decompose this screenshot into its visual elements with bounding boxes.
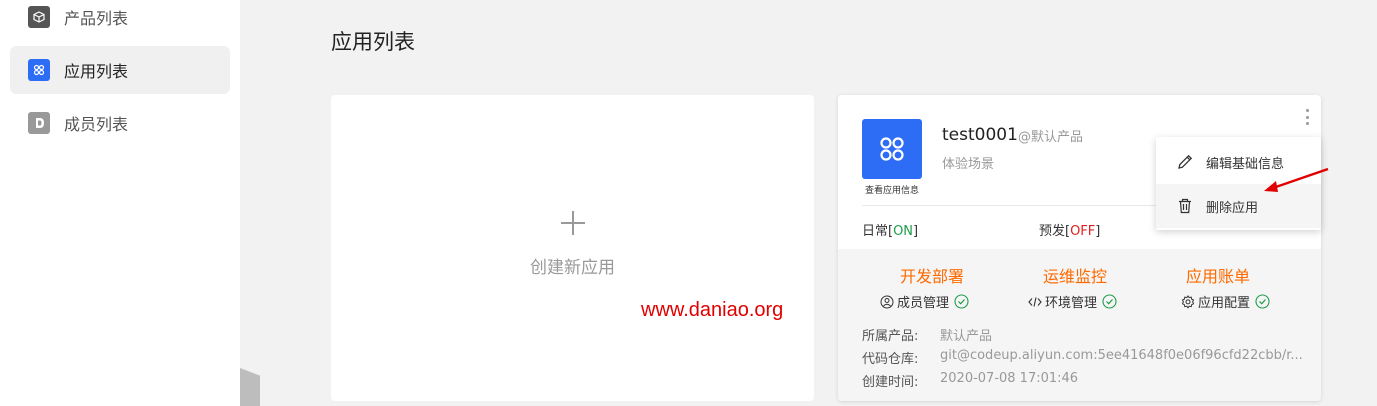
member-management-link[interactable]: 成员管理 xyxy=(880,292,969,311)
annotation-arrow xyxy=(1264,167,1329,192)
info-repo-row: 代码仓库: git@codeup.aliyun.com:5ee41648f0e0… xyxy=(862,348,1303,367)
app-card-actions: 开发部署 运维监控 应用账单 成员管理 环境管理 应用配置 所属产品: 默认产品… xyxy=(838,249,1321,401)
check-circle-icon xyxy=(1255,294,1270,309)
env-daily: 日常[ON] xyxy=(862,224,919,239)
check-circle-icon xyxy=(1102,294,1117,309)
check-circle-icon xyxy=(954,294,969,309)
collapse-handle[interactable] xyxy=(240,368,260,406)
app-grid-icon xyxy=(880,137,904,161)
more-menu-icon[interactable] xyxy=(1300,107,1314,127)
sidebar: 产品列表 应用列表 成员列表 xyxy=(0,0,240,406)
info-created-row: 创建时间: 2020-07-08 17:01:46 xyxy=(862,371,1079,390)
app-configuration-link[interactable]: 应用配置 xyxy=(1181,292,1270,311)
app-product-tag: @默认产品 xyxy=(1018,130,1084,145)
trash-icon xyxy=(1176,197,1194,215)
user-circle-icon xyxy=(880,295,894,309)
plus-icon xyxy=(560,207,586,243)
sidebar-item-label: 应用列表 xyxy=(64,62,129,81)
code-icon xyxy=(1028,295,1042,309)
sidebar-item-apps[interactable]: 应用列表 xyxy=(10,46,230,94)
app-logo[interactable] xyxy=(862,119,922,179)
environment-management-link[interactable]: 环境管理 xyxy=(1028,292,1117,311)
sidebar-item-label: 产品列表 xyxy=(64,9,129,28)
section-app-billing[interactable]: 应用账单 xyxy=(1186,263,1250,287)
section-ops-monitor[interactable]: 运维监控 xyxy=(1043,263,1107,287)
watermark: www.daniao.org xyxy=(641,299,784,321)
create-app-label: 创建新应用 xyxy=(530,258,615,278)
section-dev-deploy[interactable]: 开发部署 xyxy=(900,263,964,287)
sidebar-item-label: 成员列表 xyxy=(64,115,129,134)
cube-icon xyxy=(28,6,50,28)
page-title: 应用列表 xyxy=(331,30,415,54)
env-status: OFF xyxy=(1070,224,1096,239)
app-grid-icon xyxy=(28,59,50,81)
app-scene: 体验场景 xyxy=(942,157,995,172)
sidebar-item-members[interactable]: 成员列表 xyxy=(10,99,230,147)
view-app-info-link[interactable]: 查看应用信息 xyxy=(856,183,928,196)
app-name: test0001 xyxy=(942,125,1018,145)
create-app-card[interactable]: 创建新应用 xyxy=(331,95,814,401)
info-product-row: 所属产品: 默认产品 xyxy=(862,329,993,344)
pencil-icon xyxy=(1176,153,1194,171)
sidebar-item-products[interactable]: 产品列表 xyxy=(10,0,230,41)
members-icon xyxy=(28,112,50,134)
settings-icon xyxy=(1181,294,1195,309)
env-status: ON xyxy=(893,224,914,239)
env-staging: 预发[OFF] xyxy=(1039,224,1101,239)
